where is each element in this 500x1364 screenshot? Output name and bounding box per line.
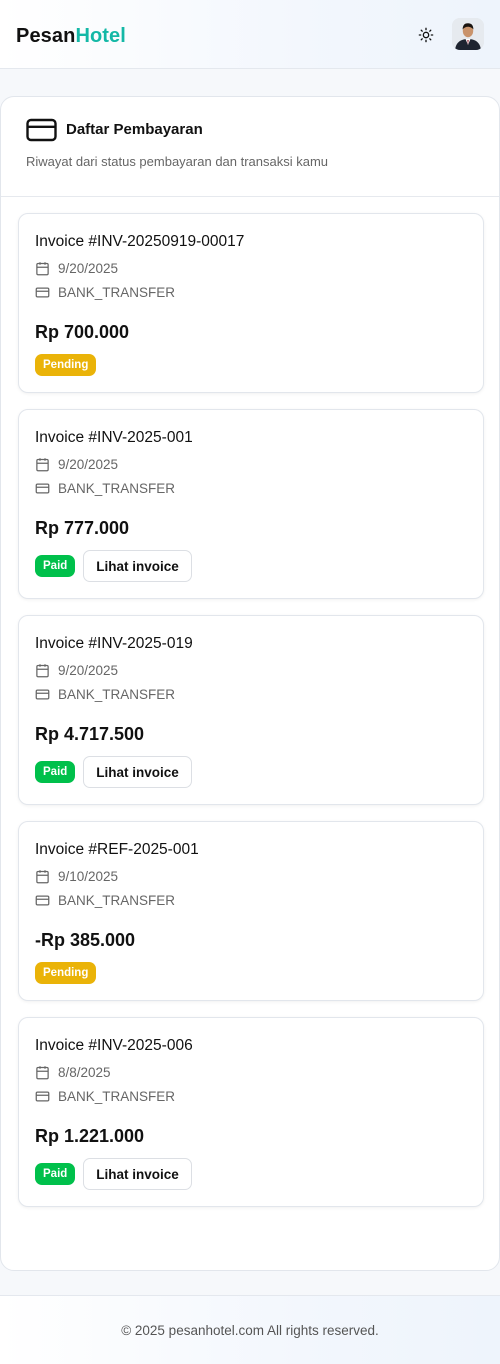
footer: © 2025 pesanhotel.com All rights reserve… [0, 1295, 500, 1364]
user-photo-icon [452, 18, 484, 50]
copyright-text: © 2025 pesanhotel.com All rights reserve… [121, 1322, 379, 1338]
payment-card: Invoice #INV-2025-019 9/20/2025 BANK_TRA… [18, 615, 484, 805]
payment-method-text: BANK_TRANSFER [58, 284, 176, 300]
payment-actions: Paid Lihat invoice [35, 1158, 192, 1190]
payment-amount: Rp 700.000 [35, 322, 130, 342]
payment-date-text: 9/10/2025 [58, 868, 119, 884]
payment-method: BANK_TRANSFER [35, 685, 175, 703]
view-invoice-button[interactable]: Lihat invoice [83, 550, 192, 582]
card-icon [35, 895, 50, 905]
invoice-title: Invoice #REF-2025-001 [35, 841, 199, 858]
payment-date-text: 8/8/2025 [58, 1064, 111, 1080]
payment-date-text: 9/20/2025 [58, 456, 119, 472]
payment-date: 9/10/2025 [35, 867, 118, 885]
payment-actions: Paid Lihat invoice [35, 550, 192, 582]
status-badge: Paid [35, 761, 76, 783]
payment-date-text: 9/20/2025 [58, 662, 119, 678]
card-icon [35, 1091, 50, 1101]
view-invoice-button[interactable]: Lihat invoice [83, 1158, 192, 1190]
payment-date-text: 9/20/2025 [58, 260, 119, 276]
calendar-icon [36, 261, 49, 275]
card-icon [35, 287, 50, 297]
payment-actions: Pending [35, 962, 97, 984]
payment-method-text: BANK_TRANSFER [58, 1088, 176, 1104]
status-badge: Pending [35, 354, 97, 376]
brand-logo[interactable]: PesanHotel [16, 25, 126, 48]
payment-method: BANK_TRANSFER [35, 479, 175, 497]
logo-text-pesan: Pesan [16, 25, 76, 47]
payment-list-panel: Daftar Pembayaran Riwayat dari status pe… [0, 96, 500, 1271]
user-avatar[interactable] [452, 18, 484, 50]
top-navbar: PesanHotel [0, 0, 500, 69]
payment-card: Invoice #INV-20250919-00017 9/20/2025 BA… [18, 213, 484, 393]
payment-method: BANK_TRANSFER [35, 1087, 175, 1105]
view-invoice-button[interactable]: Lihat invoice [83, 756, 192, 788]
payment-amount: Rp 777.000 [35, 518, 130, 538]
calendar-icon [36, 1065, 49, 1079]
calendar-icon [36, 869, 49, 883]
payment-method-text: BANK_TRANSFER [58, 686, 176, 702]
payment-amount: Rp 1.221.000 [35, 1126, 145, 1146]
calendar-icon [36, 663, 49, 677]
calendar-icon [36, 457, 49, 471]
payment-method: BANK_TRANSFER [35, 891, 175, 909]
panel-header: Daftar Pembayaran Riwayat dari status pe… [1, 97, 499, 197]
invoice-title: Invoice #INV-2025-019 [35, 635, 193, 652]
payment-date: 9/20/2025 [35, 455, 118, 473]
card-icon [35, 689, 50, 699]
payment-card: Invoice #REF-2025-001 9/10/2025 BANK_TRA… [18, 821, 484, 1001]
invoice-title: Invoice #INV-2025-006 [35, 1037, 193, 1054]
payment-method: BANK_TRANSFER [35, 283, 175, 301]
payment-amount: Rp 4.717.500 [35, 724, 145, 744]
payment-card: Invoice #INV-2025-006 8/8/2025 BANK_TRAN… [18, 1017, 484, 1207]
payment-method-text: BANK_TRANSFER [58, 480, 176, 496]
credit-card-icon [26, 118, 57, 142]
status-badge: Paid [35, 1163, 76, 1185]
card-icon [35, 483, 50, 493]
payment-amount: -Rp 385.000 [35, 930, 136, 950]
payment-method-text: BANK_TRANSFER [58, 892, 176, 908]
payment-actions: Paid Lihat invoice [35, 756, 192, 788]
invoice-title: Invoice #INV-20250919-00017 [35, 233, 245, 250]
payment-date: 9/20/2025 [35, 259, 118, 277]
payment-card: Invoice #INV-2025-001 9/20/2025 BANK_TRA… [18, 409, 484, 599]
theme-toggle-button[interactable] [414, 23, 438, 47]
sun-icon [418, 27, 434, 43]
logo-text-hotel: Hotel [75, 25, 126, 47]
payment-date: 8/8/2025 [35, 1063, 111, 1081]
status-badge: Pending [35, 962, 97, 984]
payment-actions: Pending [35, 354, 97, 376]
payment-date: 9/20/2025 [35, 661, 118, 679]
panel-subtitle: Riwayat dari status pembayaran dan trans… [26, 154, 329, 169]
panel-title: Daftar Pembayaran [66, 121, 203, 138]
status-badge: Paid [35, 555, 76, 577]
invoice-title: Invoice #INV-2025-001 [35, 429, 193, 446]
